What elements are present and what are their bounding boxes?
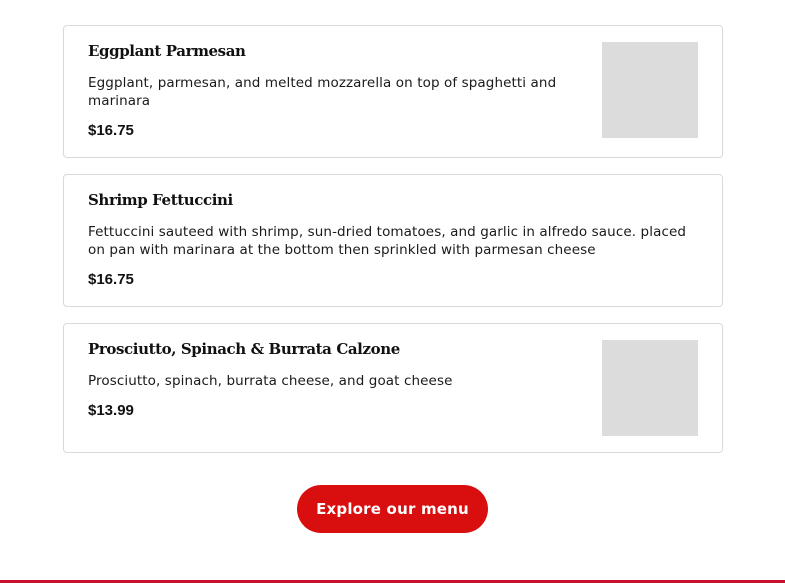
menu-item-card[interactable]: Shrimp Fettuccini Fettuccini sauteed wit… — [63, 174, 723, 307]
explore-menu-button[interactable]: Explore our menu — [297, 485, 488, 533]
menu-item-text: Eggplant Parmesan Eggplant, parmesan, an… — [88, 42, 578, 140]
menu-item-price: $16.75 — [88, 122, 134, 139]
menu-item-image-placeholder[interactable] — [602, 42, 698, 138]
menu-item-price: $13.99 — [88, 402, 134, 419]
menu-item-name: Eggplant Parmesan — [88, 42, 246, 60]
menu-item-card[interactable]: Eggplant Parmesan Eggplant, parmesan, an… — [63, 25, 723, 158]
menu-item-name: Shrimp Fettuccini — [88, 191, 233, 209]
menu-item-description: Fettuccini sauteed with shrimp, sun-drie… — [88, 224, 687, 258]
menu-item-text: Prosciutto, Spinach & Burrata Calzone Pr… — [88, 340, 578, 420]
menu-item-card[interactable]: Prosciutto, Spinach & Burrata Calzone Pr… — [63, 323, 723, 453]
menu-item-price: $16.75 — [88, 271, 134, 288]
menu-item-image-placeholder[interactable] — [602, 340, 698, 436]
menu-item-list: Eggplant Parmesan Eggplant, parmesan, an… — [63, 25, 723, 469]
menu-item-text: Shrimp Fettuccini Fettuccini sauteed wit… — [88, 191, 688, 289]
menu-item-description: Eggplant, parmesan, and melted mozzarell… — [88, 75, 557, 109]
menu-item-name: Prosciutto, Spinach & Burrata Calzone — [88, 340, 400, 358]
menu-item-description: Prosciutto, spinach, burrata cheese, and… — [88, 373, 453, 389]
